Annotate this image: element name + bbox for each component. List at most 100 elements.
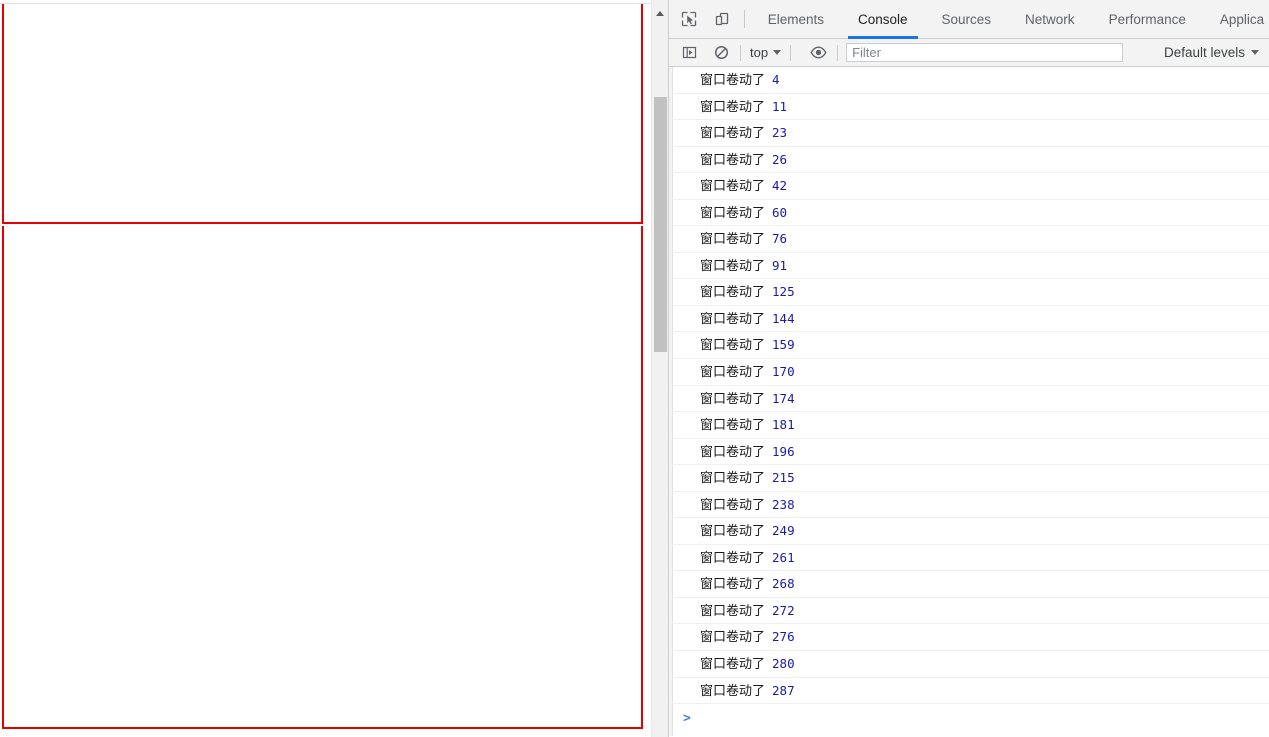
console-message-row: 窗口卷动了 261 — [669, 545, 1269, 572]
console-message-list[interactable]: 窗口卷动了 4 窗口卷动了 11 窗口卷动了 23 窗口卷动了 26 窗口卷动了 42 窗口卷动了 6… — [669, 67, 1269, 736]
console-sidebar-icon[interactable] — [677, 42, 701, 64]
console-message-row: 窗口卷动了 11 — [669, 94, 1269, 121]
console-message-text: 窗口卷动了 — [700, 338, 766, 354]
console-message-text: 窗口卷动了 — [700, 524, 766, 540]
tab-elements-label: Elements — [767, 11, 824, 27]
console-message-row: 窗口卷动了 174 — [669, 386, 1269, 413]
console-message-row: 窗口卷动了 287 — [669, 678, 1269, 705]
console-message-text: 窗口卷动了 — [700, 497, 766, 513]
console-message-row: 窗口卷动了 159 — [669, 332, 1269, 360]
console-message-row: 窗口卷动了 23 — [669, 120, 1269, 147]
console-message-row: 窗口卷动了 76 — [669, 226, 1269, 253]
console-message-value: 11 — [772, 98, 788, 114]
console-message-value: 287 — [772, 682, 795, 698]
console-message-value: 60 — [772, 204, 788, 220]
tab-performance[interactable]: Performance — [1092, 0, 1203, 39]
console-message-text: 窗口卷动了 — [700, 258, 766, 274]
console-message-row: 窗口卷动了 215 — [669, 465, 1269, 492]
tab-network[interactable]: Network — [1008, 0, 1092, 39]
console-message-row: 窗口卷动了 268 — [669, 571, 1269, 598]
tab-application-label: Applica — [1219, 11, 1265, 27]
console-message-text: 窗口卷动了 — [700, 205, 766, 221]
console-message-row: 窗口卷动了 60 — [669, 200, 1269, 227]
console-message-value: 76 — [772, 231, 788, 247]
console-message-row: 窗口卷动了 26 — [669, 147, 1269, 174]
console-message-text: 窗口卷动了 — [700, 73, 766, 88]
console-message-value: 23 — [772, 125, 788, 141]
console-message-row: 窗口卷动了 196 — [669, 439, 1269, 466]
console-message-value: 249 — [772, 523, 795, 539]
log-levels-selector[interactable]: Default levels — [1164, 45, 1259, 60]
console-context-label: top — [750, 45, 769, 60]
console-messages: 窗口卷动了 4 窗口卷动了 11 窗口卷动了 23 窗口卷动了 26 窗口卷动了 42 窗口卷动了 6… — [669, 67, 1269, 705]
scroll-box-top[interactable] — [2, 4, 643, 224]
console-message-value: 174 — [772, 390, 795, 406]
page-scrollbar[interactable] — [651, 0, 668, 737]
web-page-viewport[interactable] — [0, 0, 652, 737]
toolbar-divider-3 — [837, 44, 839, 61]
chevron-down-icon — [773, 50, 782, 55]
inspect-element-icon[interactable] — [675, 5, 702, 33]
console-message-text: 窗口卷动了 — [700, 657, 766, 673]
console-message-text: 窗口卷动了 — [700, 630, 766, 646]
tab-console-label: Console — [857, 11, 908, 27]
console-message-value: 261 — [772, 549, 795, 565]
triangle-up-icon[interactable] — [656, 11, 664, 16]
devtools-panel: Elements Console Sources Network Perform… — [668, 0, 1269, 737]
page-scrollbar-thumb[interactable] — [654, 97, 667, 352]
console-message-value: 238 — [772, 496, 795, 512]
console-message-text: 窗口卷动了 — [700, 285, 766, 301]
console-message-text: 窗口卷动了 — [700, 99, 766, 115]
clear-console-icon[interactable] — [709, 42, 733, 64]
console-message-value: 181 — [772, 417, 795, 433]
console-message-text: 窗口卷动了 — [700, 577, 766, 593]
console-message-text: 窗口卷动了 — [700, 179, 766, 195]
toolbar-divider-1 — [740, 44, 741, 61]
console-message-value: 91 — [772, 257, 788, 273]
console-message-value: 268 — [772, 576, 795, 592]
console-message-row: 窗口卷动了 42 — [669, 173, 1269, 200]
console-message-value: 4 — [772, 72, 780, 87]
device-toolbar-icon[interactable] — [708, 5, 735, 33]
console-message-value: 272 — [772, 602, 795, 618]
console-toolbar: top Default levels — [669, 39, 1269, 67]
live-expression-eye-icon[interactable] — [806, 42, 830, 64]
toolbar-divider-2 — [790, 44, 792, 61]
tab-console[interactable]: Console — [841, 0, 925, 39]
console-message-text: 窗口卷动了 — [700, 152, 766, 168]
console-message-row: 窗口卷动了 170 — [669, 359, 1269, 386]
console-message-value: 144 — [772, 310, 795, 326]
console-message-text: 窗口卷动了 — [700, 232, 766, 248]
console-context-selector[interactable]: top — [748, 45, 783, 60]
console-message-row: 窗口卷动了 181 — [669, 412, 1269, 439]
tab-application[interactable]: Applica — [1203, 0, 1269, 39]
tab-network-label: Network — [1025, 11, 1075, 27]
console-message-value: 26 — [772, 151, 788, 167]
tab-performance-label: Performance — [1108, 11, 1186, 27]
console-message-row: 窗口卷动了 276 — [669, 624, 1269, 652]
tab-elements[interactable]: Elements — [751, 0, 841, 39]
devtools-tabbar: Elements Console Sources Network Perform… — [669, 0, 1269, 39]
console-message-value: 196 — [772, 443, 795, 459]
console-prompt[interactable]: > — [669, 704, 1269, 732]
scroll-box-bottom[interactable] — [2, 226, 643, 729]
console-message-text: 窗口卷动了 — [700, 603, 766, 619]
console-message-value: 215 — [772, 470, 795, 486]
console-message-row: 窗口卷动了 91 — [669, 253, 1269, 280]
console-message-row: 窗口卷动了 4 — [669, 67, 1269, 94]
prompt-caret-icon: > — [683, 711, 691, 727]
console-message-row: 窗口卷动了 280 — [669, 651, 1269, 678]
devtools-tab-list: Elements Console Sources Network Perform… — [751, 0, 1269, 39]
chevron-down-icon — [1251, 50, 1259, 55]
console-message-row: 窗口卷动了 144 — [669, 306, 1269, 333]
log-levels-label: Default levels — [1163, 45, 1245, 60]
console-message-value: 42 — [772, 178, 788, 194]
screen-root: Elements Console Sources Network Perform… — [0, 0, 1269, 737]
tab-sources-label: Sources — [941, 11, 992, 27]
console-message-value: 276 — [772, 629, 795, 645]
console-message-text: 窗口卷动了 — [700, 365, 766, 381]
console-message-text: 窗口卷动了 — [700, 311, 766, 327]
tab-sources[interactable]: Sources — [925, 0, 1009, 39]
filter-input[interactable] — [846, 43, 1124, 62]
console-message-text: 窗口卷动了 — [700, 471, 766, 487]
